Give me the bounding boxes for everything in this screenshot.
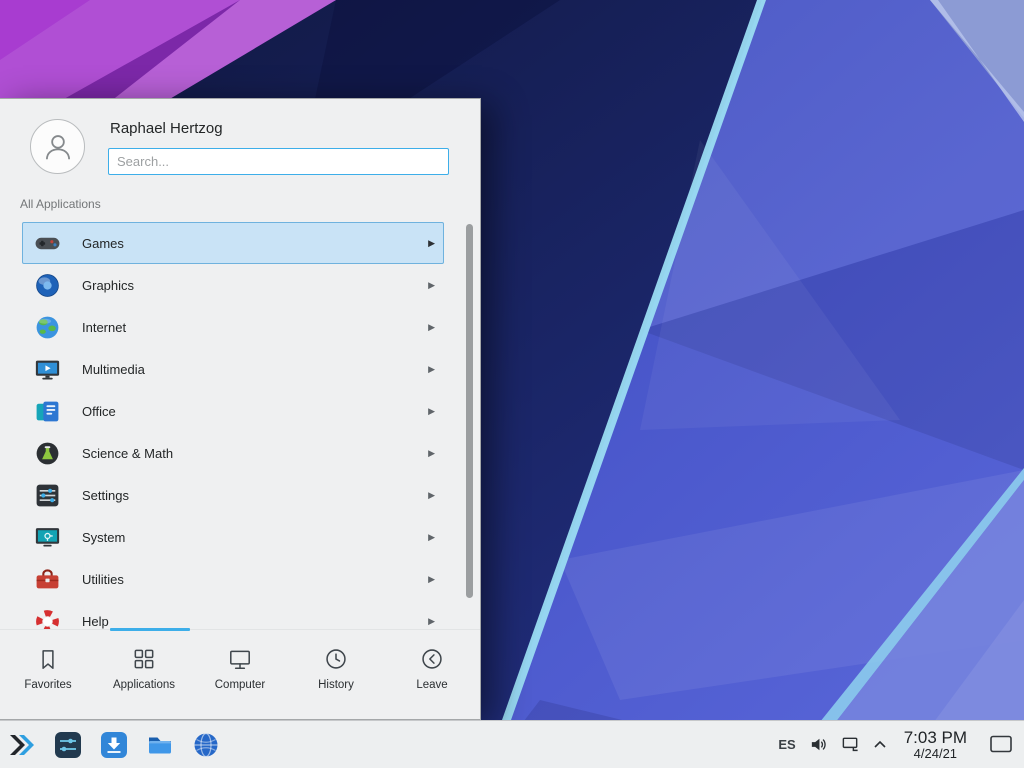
games-icon [33, 229, 61, 257]
graphics-icon [33, 271, 61, 299]
user-icon [40, 129, 76, 165]
settings-icon [33, 481, 61, 509]
tab-leave[interactable]: Leave [384, 645, 480, 719]
category-label: Settings [82, 488, 129, 503]
category-label: Science & Math [82, 446, 173, 461]
chevron-right-icon: ▶ [428, 280, 435, 291]
user-name: Raphael Hertzog [110, 120, 223, 137]
terminal-tweaks-icon [53, 730, 83, 760]
clock-icon [323, 645, 350, 672]
network-icon[interactable] [841, 735, 860, 754]
grid-icon [131, 645, 158, 672]
section-label: All Applications [0, 189, 480, 216]
launcher-tabbar: Favorites Applications Co [0, 629, 480, 719]
system-tray: ES 7:03 PM 4/24/21 [778, 728, 1018, 762]
digital-clock[interactable]: 7:03 PM 4/24/21 [904, 728, 967, 762]
chevron-right-icon: ▶ [428, 238, 435, 249]
category-row-internet[interactable]: Internet ▶ [22, 306, 444, 348]
category-label: Utilities [82, 572, 124, 587]
category-row-help[interactable]: Help ▶ [22, 600, 444, 629]
software-center-icon [99, 730, 129, 760]
bookmark-icon [35, 645, 62, 672]
category-row-system[interactable]: System ▶ [22, 516, 444, 558]
volume-icon[interactable] [809, 735, 828, 754]
office-icon [33, 397, 61, 425]
category-row-science-math[interactable]: Science & Math ▶ [22, 432, 444, 474]
chevron-right-icon: ▶ [428, 532, 435, 543]
category-label: Multimedia [82, 362, 145, 377]
category-label: System [82, 530, 125, 545]
chevron-right-icon: ▶ [428, 490, 435, 501]
tab-label: Favorites [24, 679, 71, 691]
avatar[interactable] [30, 119, 85, 174]
category-row-settings[interactable]: Settings ▶ [22, 474, 444, 516]
application-launcher-button[interactable] [6, 729, 38, 761]
file-manager-icon [145, 730, 175, 760]
clock-date: 4/24/21 [904, 747, 967, 762]
web-browser-icon [191, 730, 221, 760]
science-icon [33, 439, 61, 467]
taskbar: ES 7:03 PM 4/24/21 [0, 720, 1024, 768]
multimedia-icon [33, 355, 61, 383]
keyboard-layout-indicator[interactable]: ES [778, 737, 795, 752]
tab-history[interactable]: History [288, 645, 384, 719]
search-input[interactable] [108, 148, 449, 175]
file-manager-button[interactable] [144, 729, 176, 761]
category-list: Games ▶ Graphics ▶ [0, 216, 480, 629]
chevron-right-icon: ▶ [428, 322, 435, 333]
chevron-right-icon: ▶ [428, 616, 435, 627]
clock-time: 7:03 PM [904, 728, 967, 747]
category-label: Graphics [82, 278, 134, 293]
utilities-icon [33, 565, 61, 593]
tab-label: History [318, 679, 354, 691]
taskbar-apps [6, 729, 222, 761]
terminal-tweaks-button[interactable] [52, 729, 84, 761]
launcher-icon [7, 730, 37, 760]
chevron-right-icon: ▶ [428, 364, 435, 375]
chevron-right-icon: ▶ [428, 448, 435, 459]
show-desktop-icon [989, 734, 1013, 754]
application-launcher-menu: Raphael Hertzog All Applications Games ▶ [0, 98, 481, 720]
list-scrollbar[interactable] [466, 224, 473, 598]
category-label: Help [82, 614, 109, 629]
tab-favorites[interactable]: Favorites [0, 645, 96, 719]
monitor-icon [227, 645, 254, 672]
active-tab-indicator [110, 628, 190, 631]
category-label: Internet [82, 320, 126, 335]
category-row-utilities[interactable]: Utilities ▶ [22, 558, 444, 600]
category-label: Games [82, 236, 124, 251]
tray-expander-chevron-icon[interactable] [873, 739, 887, 749]
tab-label: Applications [113, 679, 175, 691]
leave-icon [419, 645, 446, 672]
category-row-games[interactable]: Games ▶ [22, 222, 444, 264]
tab-computer[interactable]: Computer [192, 645, 288, 719]
globe-icon [33, 313, 61, 341]
chevron-right-icon: ▶ [428, 574, 435, 585]
tab-label: Leave [416, 679, 447, 691]
chevron-right-icon: ▶ [428, 406, 435, 417]
software-center-button[interactable] [98, 729, 130, 761]
category-row-multimedia[interactable]: Multimedia ▶ [22, 348, 444, 390]
category-row-office[interactable]: Office ▶ [22, 390, 444, 432]
system-icon [33, 523, 61, 551]
tab-applications[interactable]: Applications [96, 645, 192, 719]
web-browser-button[interactable] [190, 729, 222, 761]
category-row-graphics[interactable]: Graphics ▶ [22, 264, 444, 306]
tab-label: Computer [215, 679, 266, 691]
launcher-header: Raphael Hertzog [0, 99, 480, 189]
help-icon [33, 607, 61, 629]
category-label: Office [82, 404, 116, 419]
show-desktop-button[interactable] [988, 731, 1014, 757]
